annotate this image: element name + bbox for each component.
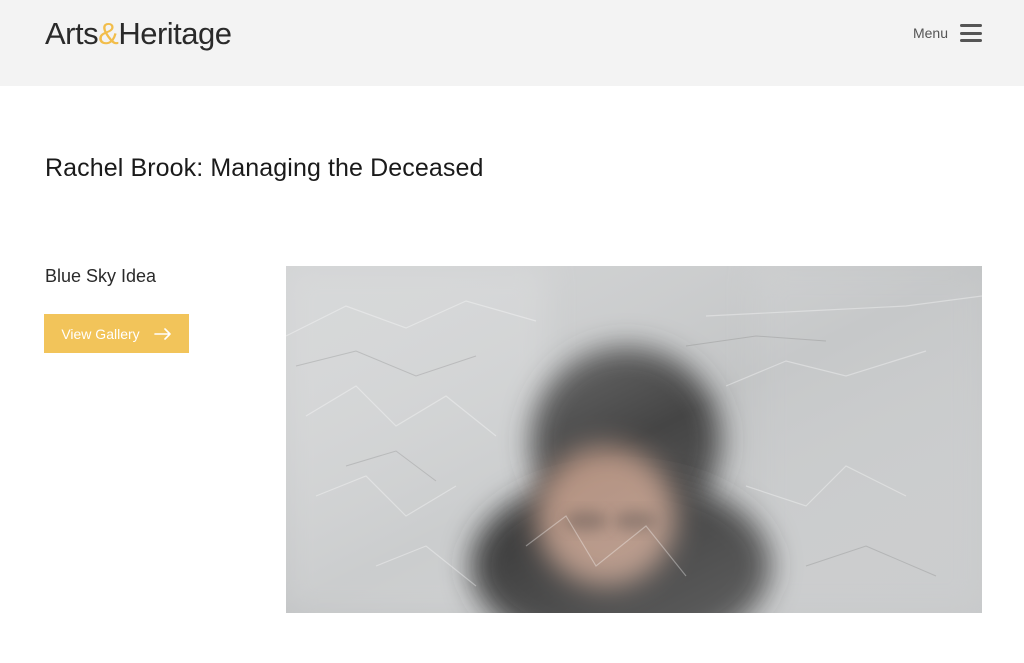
logo-text-arts: Arts [45,16,99,51]
arrow-right-icon [153,327,172,340]
hamburger-icon [960,24,982,42]
menu-button[interactable]: Menu [913,20,982,46]
view-gallery-label: View Gallery [61,325,140,342]
site-logo[interactable]: Arts&Heritage [45,14,232,54]
page-title: Rachel Brook: Managing the Deceased [45,154,484,182]
logo-text-heritage: Heritage [118,16,232,51]
gallery-image[interactable] [286,266,982,613]
menu-label: Menu [912,25,948,41]
view-gallery-button[interactable]: View Gallery [44,314,189,353]
project-subtitle: Blue Sky Idea [45,266,157,286]
site-header: Arts&Heritage Menu [0,0,1024,86]
logo-ampersand: & [98,16,119,51]
